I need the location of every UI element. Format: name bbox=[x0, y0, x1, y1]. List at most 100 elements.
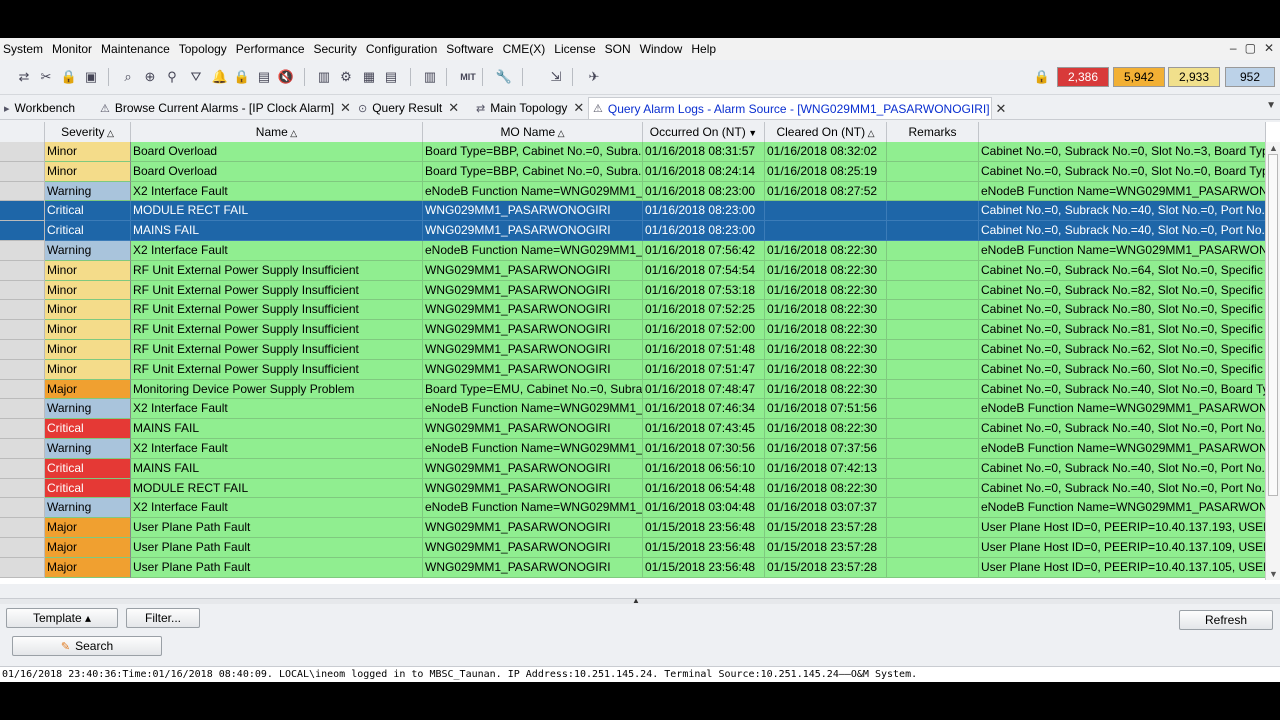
refresh-button[interactable]: Refresh bbox=[1179, 610, 1273, 630]
tools-icon[interactable]: ⚙ bbox=[336, 67, 356, 87]
table-row[interactable]: Minor RF Unit External Power Supply Insuf… bbox=[0, 359, 1266, 380]
major-counter[interactable]: 5,942 bbox=[1113, 67, 1165, 87]
db-icon[interactable]: ▥ bbox=[420, 67, 440, 87]
restore-icon[interactable]: ▢ bbox=[1245, 41, 1256, 55]
table-row[interactable]: Critical MAINS FAIL WNG029MM1_PASARWONOGIR… bbox=[0, 458, 1266, 479]
vertical-scroll-thumb[interactable] bbox=[1268, 154, 1278, 496]
table-row[interactable]: Critical MODULE RECT FAIL WNG029MM1_PASARW… bbox=[0, 478, 1266, 499]
lock-icon[interactable]: 🔒 bbox=[59, 67, 79, 87]
row-header-corner bbox=[0, 122, 45, 142]
menu-monitor[interactable]: Monitor bbox=[49, 42, 98, 56]
table-row[interactable]: Major Monitoring Device Power Supply Prob… bbox=[0, 379, 1266, 400]
table-row[interactable]: Critical MAINS FAIL WNG029MM1_PASARWONOGIR… bbox=[0, 419, 1266, 439]
menu-help[interactable]: Help bbox=[688, 42, 722, 56]
tab-close-icon[interactable]: ✕ bbox=[996, 101, 1007, 117]
table-row[interactable]: Critical MAINS FAIL WNG029MM1_PASARWONOGIR… bbox=[0, 221, 1266, 241]
menu-software[interactable]: Software bbox=[443, 42, 499, 56]
menu-security[interactable]: Security bbox=[311, 42, 363, 56]
search-button[interactable]: ✎ Search bbox=[12, 636, 162, 656]
template-button[interactable]: Template ▴ bbox=[6, 608, 118, 628]
topology-icon[interactable]: ⇄ bbox=[14, 67, 34, 87]
warning-counter[interactable]: 952 bbox=[1225, 67, 1275, 87]
grid-icon[interactable]: ▦ bbox=[359, 67, 379, 87]
find-icon[interactable]: ⚲ bbox=[162, 67, 182, 87]
tab-list-dropdown-icon[interactable]: ▼ bbox=[1266, 100, 1276, 111]
table-row[interactable]: Minor Board Overload Board Type=BBP, Cabin… bbox=[0, 142, 1266, 162]
tab-close-icon[interactable]: ✕ bbox=[573, 100, 584, 116]
vertical-scrollbar[interactable]: ▲ ▼ bbox=[1265, 142, 1280, 580]
table-row[interactable]: Minor RF Unit External Power Supply Insuf… bbox=[0, 320, 1266, 340]
menu-bar: System Monitor Maintenance Topology Performa… bbox=[0, 38, 1280, 60]
monitor-icon[interactable]: ▣ bbox=[81, 67, 101, 87]
zoom-icon[interactable]: ⊕ bbox=[140, 67, 160, 87]
table-row[interactable]: Minor RF Unit External Power Supply Insuf… bbox=[0, 340, 1266, 360]
lock2-icon[interactable]: 🔒 bbox=[232, 67, 252, 87]
scroll-up-icon[interactable]: ▲ bbox=[1269, 143, 1278, 153]
alarm-lock-icon[interactable]: 🔒 bbox=[1032, 67, 1052, 87]
table-row[interactable]: Warning X2 Interface Fault eNodeB Function… bbox=[0, 399, 1266, 420]
column-header-occurred-on-nt[interactable]: Occurred On (NT) ▼ bbox=[643, 122, 765, 142]
mit-icon[interactable]: MIT bbox=[458, 67, 478, 87]
tab-close-icon[interactable]: ✕ bbox=[448, 100, 459, 116]
export-icon[interactable]: ⇲ bbox=[546, 67, 566, 87]
menu-topology[interactable]: Topology bbox=[176, 42, 233, 56]
table-row[interactable]: Warning X2 Interface Fault eNodeB Function… bbox=[0, 498, 1266, 519]
minor-counter[interactable]: 2,933 bbox=[1168, 67, 1220, 87]
scissors-icon[interactable]: ✂ bbox=[36, 67, 56, 87]
menu-window[interactable]: Window bbox=[637, 42, 689, 56]
table-row[interactable]: Minor RF Unit External Power Supply Insuf… bbox=[0, 260, 1266, 281]
table-row[interactable]: Minor RF Unit External Power Supply Insuf… bbox=[0, 280, 1266, 301]
menu-son[interactable]: SON bbox=[602, 42, 637, 56]
menu-maintenance[interactable]: Maintenance bbox=[98, 42, 176, 56]
menu-system[interactable]: System bbox=[0, 42, 49, 56]
table-row[interactable]: Warning X2 Interface Fault eNodeB Function… bbox=[0, 439, 1266, 459]
row-gutter bbox=[0, 340, 45, 360]
filter-icon[interactable]: ⛛ bbox=[186, 67, 206, 87]
menu-license[interactable]: License bbox=[551, 42, 601, 56]
scroll-down-icon[interactable]: ▼ bbox=[1269, 569, 1278, 579]
table-row[interactable]: Minor Board Overload Board Type=BBP, Cabin… bbox=[0, 161, 1266, 182]
cabinet-icon[interactable]: ▥ bbox=[314, 67, 334, 87]
tab-4[interactable]: ⇄ Main Topology ✕ bbox=[472, 97, 584, 119]
tab-2[interactable]: ⚠ Browse Current Alarms - [IP Clock Alarm… bbox=[96, 97, 351, 119]
column-header-mo-name[interactable]: MO Name △ bbox=[423, 122, 643, 142]
tab-3[interactable]: ⊙ Query Result ✕ bbox=[354, 97, 466, 119]
critical-counter[interactable]: 2,386 bbox=[1057, 67, 1109, 87]
occurred-on-cell: 01/16/2018 03:04:48 bbox=[643, 498, 765, 519]
column-header-name[interactable]: Name △ bbox=[131, 122, 423, 142]
close-icon[interactable]: ✕ bbox=[1264, 41, 1274, 55]
menu-cme-x-[interactable]: CME(X) bbox=[500, 42, 552, 56]
column-header-severity[interactable]: Severity △ bbox=[45, 122, 131, 142]
table-row[interactable]: Critical MODULE RECT FAIL WNG029MM1_PASARW… bbox=[0, 201, 1266, 222]
column-header-cleared-on-nt[interactable]: Cleared On (NT) △ bbox=[765, 122, 887, 142]
tab-close-icon[interactable]: ✕ bbox=[340, 100, 351, 116]
menu-performance[interactable]: Performance bbox=[233, 42, 311, 56]
remarks-cell bbox=[887, 359, 979, 380]
remarks-cell bbox=[887, 221, 979, 241]
table-row[interactable]: Warning X2 Interface Fault eNodeB Function… bbox=[0, 181, 1266, 202]
table-row[interactable]: Minor RF Unit External Power Supply Insuf… bbox=[0, 300, 1266, 321]
mo-name-cell: Board Type=BBP, Cabinet No.=0, Subra... bbox=[423, 142, 643, 162]
search-alarm-icon[interactable]: ⌕ bbox=[118, 67, 138, 87]
pin-icon[interactable]: ✈ bbox=[584, 67, 604, 87]
filter-button[interactable]: Filter... bbox=[126, 608, 200, 628]
server-icon[interactable]: ▤ bbox=[381, 67, 401, 87]
severity-cell: Warning bbox=[45, 241, 131, 261]
mute-icon[interactable]: 🔇 bbox=[276, 67, 296, 87]
chart-icon[interactable]: ▤ bbox=[254, 67, 274, 87]
bell-icon[interactable]: 🔔 bbox=[210, 67, 230, 87]
table-row[interactable]: Major User Plane Path Fault WNG029MM1_PASA… bbox=[0, 538, 1266, 558]
tab-1[interactable]: ▸ Workbench bbox=[0, 97, 84, 119]
menu-configuration[interactable]: Configuration bbox=[363, 42, 443, 56]
column-header-extra[interactable] bbox=[979, 122, 1266, 142]
table-row[interactable]: Warning X2 Interface Fault eNodeB Function… bbox=[0, 241, 1266, 261]
table-row[interactable]: Major User Plane Path Fault WNG029MM1_PASA… bbox=[0, 518, 1266, 538]
tab-5[interactable]: ⚠ Query Alarm Logs - Alarm Source - [WNG0… bbox=[588, 97, 1006, 119]
table-row[interactable]: Major User Plane Path Fault WNG029MM1_PASA… bbox=[0, 557, 1266, 578]
column-header-remarks[interactable]: Remarks bbox=[887, 122, 979, 142]
minimize-icon[interactable]: – bbox=[1230, 41, 1237, 55]
row-gutter bbox=[0, 221, 45, 241]
wrench-icon[interactable]: 🔧 bbox=[494, 67, 514, 87]
row-gutter bbox=[0, 379, 45, 400]
cleared-on-cell: 01/16/2018 08:22:30 bbox=[765, 280, 887, 301]
